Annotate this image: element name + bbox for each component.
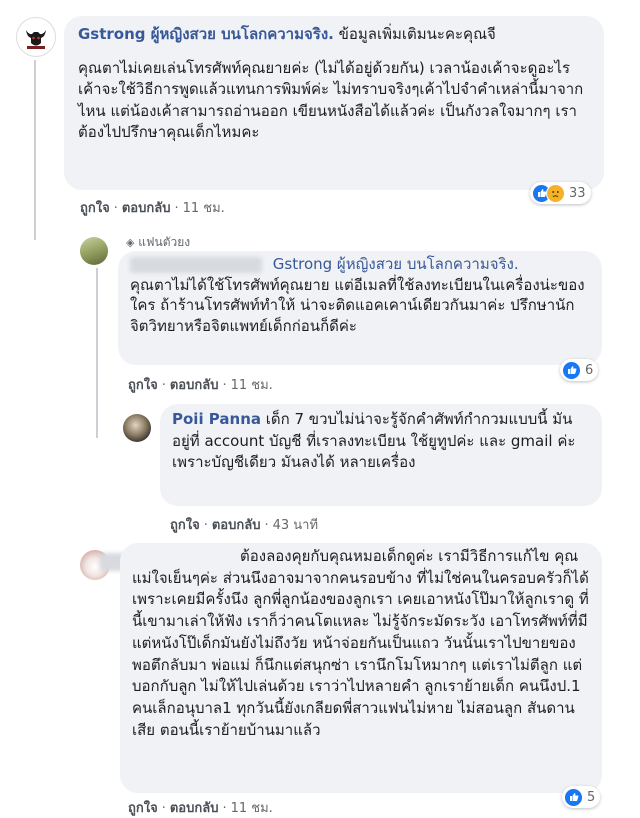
comment-timestamp[interactable]: 11 ชม.	[231, 801, 273, 816]
comment-author[interactable]: Gstrong ผู้หญิงสวย บนโลกความจริง.	[78, 25, 334, 43]
mentioned-user[interactable]: Gstrong ผู้หญิงสวย บนโลกความจริง.	[273, 255, 519, 273]
comment-timestamp[interactable]: 43 นาที	[273, 518, 318, 533]
comment-bubble: Gstrong ผู้หญิงสวย บนโลกความจริง. ข้อมูล…	[64, 16, 604, 190]
reply-button[interactable]: ตอบกลับ	[122, 201, 171, 216]
comment-actions: ถูกใจ · ตอบกลับ · 11 ชม.	[128, 801, 273, 816]
reply-bubble: Poii Panna เด็ก 7 ขวบไม่น่าจะรู้จักคำศัพ…	[160, 404, 602, 506]
thread-line	[34, 60, 36, 240]
like-button[interactable]: ถูกใจ	[128, 801, 158, 816]
comment-timestamp[interactable]: 11 ชม.	[231, 378, 273, 393]
avatar[interactable]	[80, 237, 108, 265]
redacted-name	[130, 256, 262, 273]
like-button[interactable]: ถูกใจ	[80, 201, 110, 216]
badge-label: แฟนตัวยง	[138, 235, 191, 249]
reaction-count: 6	[585, 362, 594, 378]
like-button[interactable]: ถูกใจ	[128, 378, 158, 393]
avatar[interactable]	[16, 17, 56, 57]
like-button[interactable]: ถูกใจ	[170, 518, 200, 533]
reply-button[interactable]: ตอบกลับ	[170, 378, 219, 393]
comment-timestamp[interactable]: 11 ชม.	[183, 201, 225, 216]
like-reaction-icon	[564, 787, 583, 807]
reaction-count: 33	[569, 185, 586, 201]
reply-button[interactable]: ตอบกลับ	[212, 518, 261, 533]
comment-text-intro: ข้อมูลเพิ่มเติมนะคะคุณจี	[338, 25, 496, 43]
reply-text: คุณตาไม่ได้ใช้โทรศัพท์คุณยาย แต่อีเมลที่…	[130, 275, 585, 335]
reply-actions: ถูกใจ · ตอบกลับ · 43 นาที	[170, 518, 319, 533]
comment-actions: ถูกใจ · ตอบกลับ · 11 ชม.	[80, 201, 225, 216]
reply-button[interactable]: ตอบกลับ	[170, 801, 219, 816]
reaction-summary[interactable]: 5	[562, 786, 601, 808]
thread-line	[96, 268, 98, 438]
reply-actions: ถูกใจ · ตอบกลับ · 11 ชม.	[128, 378, 273, 393]
diamond-icon: ◈	[126, 236, 135, 249]
bull-logo-icon	[18, 19, 54, 55]
like-reaction-icon	[562, 360, 581, 380]
top-fan-badge: ◈ แฟนตัวยง	[126, 233, 190, 252]
reaction-summary[interactable]: 33	[530, 182, 591, 204]
reply-author[interactable]: Poii Panna	[172, 410, 261, 428]
comment-text: ต้องลองคุยกับคุณหมอเด็กดูค่ะ เรามีวิธีกา…	[132, 547, 589, 739]
reaction-summary[interactable]: 6	[560, 359, 599, 381]
comment-bubble: ต้องลองคุยกับคุณหมอเด็กดูค่ะ เรามีวิธีกา…	[120, 543, 602, 793]
reply-bubble: Gstrong ผู้หญิงสวย บนโลกความจริง. คุณตาไ…	[118, 251, 602, 365]
reaction-count: 5	[587, 789, 596, 805]
comment-text: คุณตาไม่เคยเล่นโทรศัพท์คุณยายค่ะ (ไม่ได้…	[78, 58, 584, 142]
avatar[interactable]	[123, 414, 151, 442]
sad-reaction-icon	[546, 183, 565, 203]
